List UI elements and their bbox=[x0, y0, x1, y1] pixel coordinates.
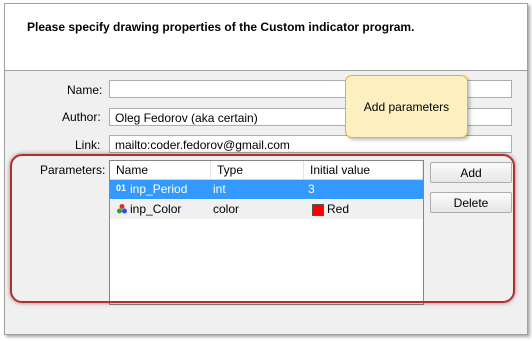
add-parameters-tooltip: Add parameters bbox=[345, 75, 468, 138]
color-param-icon bbox=[117, 204, 127, 214]
author-label: Author: bbox=[62, 110, 101, 124]
table-header: Name Type Initial value bbox=[110, 161, 423, 180]
parameters-label: Parameters: bbox=[40, 163, 106, 177]
param-type: int bbox=[213, 182, 226, 196]
param-type: color bbox=[213, 202, 240, 216]
color-swatch bbox=[312, 204, 324, 216]
name-label: Name: bbox=[67, 83, 103, 97]
tooltip-text: Add parameters bbox=[363, 99, 450, 114]
add-button[interactable]: Add bbox=[430, 162, 512, 183]
dialog-header: Please specify drawing properties of the… bbox=[5, 4, 527, 71]
column-header-type[interactable]: Type bbox=[211, 161, 304, 179]
table-row[interactable]: 01 inp_Period int 3 bbox=[110, 180, 423, 199]
column-header-name[interactable]: Name bbox=[110, 161, 211, 179]
param-value[interactable]: 3 bbox=[308, 180, 423, 199]
parameters-table[interactable]: Name Type Initial value 01 inp_Period in… bbox=[109, 160, 424, 305]
column-header-initial-value[interactable]: Initial value bbox=[304, 161, 423, 179]
header-text: Please specify drawing properties of the… bbox=[27, 20, 415, 34]
integer-param-icon: 01 bbox=[116, 183, 127, 193]
param-name: inp_Period bbox=[130, 182, 188, 196]
delete-button[interactable]: Delete bbox=[430, 192, 512, 213]
table-row[interactable]: inp_Color color Red bbox=[110, 200, 423, 219]
link-label: Link: bbox=[75, 138, 101, 152]
param-value[interactable]: Red bbox=[308, 200, 423, 219]
param-value-text: Red bbox=[327, 202, 350, 216]
param-name: inp_Color bbox=[130, 202, 182, 216]
